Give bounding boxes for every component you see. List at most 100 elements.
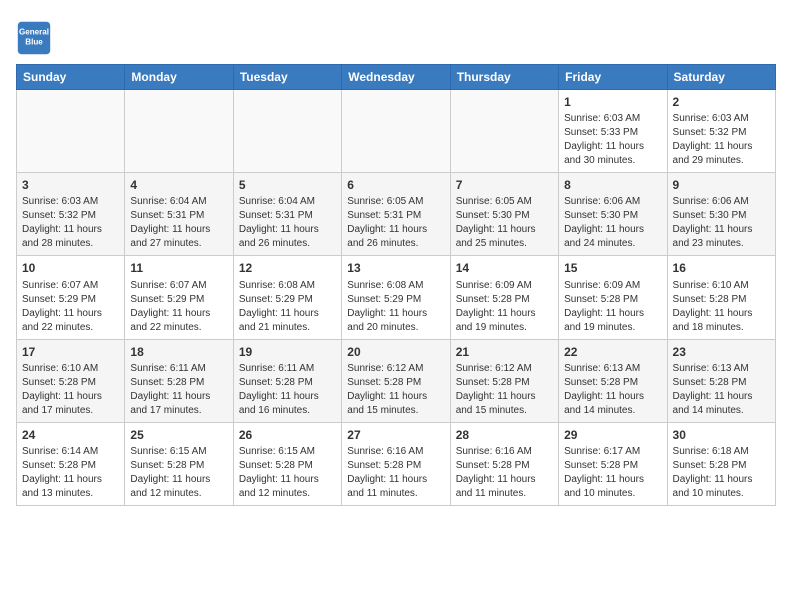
day-number: 26 xyxy=(239,427,336,443)
day-detail: Sunrise: 6:14 AM Sunset: 5:28 PM Dayligh… xyxy=(22,445,119,501)
calendar-cell: 13 Sunrise: 6:08 AM Sunset: 5:29 PM Dayli… xyxy=(342,256,450,339)
day-detail: Sunrise: 6:16 AM Sunset: 5:28 PM Dayligh… xyxy=(347,445,444,501)
day-detail: Sunrise: 6:04 AM Sunset: 5:31 PM Dayligh… xyxy=(239,195,336,251)
day-detail: Sunrise: 6:10 AM Sunset: 5:28 PM Dayligh… xyxy=(22,362,119,418)
day-detail: Sunrise: 6:09 AM Sunset: 5:28 PM Dayligh… xyxy=(564,279,661,335)
day-number: 13 xyxy=(347,260,444,276)
day-detail: Sunrise: 6:11 AM Sunset: 5:28 PM Dayligh… xyxy=(130,362,227,418)
calendar-cell: 7 Sunrise: 6:05 AM Sunset: 5:30 PM Daylig… xyxy=(450,173,558,256)
day-number: 29 xyxy=(564,427,661,443)
weekday-header-monday: Monday xyxy=(125,65,233,90)
svg-text:Blue: Blue xyxy=(25,37,43,46)
calendar-cell: 24 Sunrise: 6:14 AM Sunset: 5:28 PM Dayli… xyxy=(17,422,125,505)
day-detail: Sunrise: 6:13 AM Sunset: 5:28 PM Dayligh… xyxy=(673,362,770,418)
day-number: 25 xyxy=(130,427,227,443)
day-detail: Sunrise: 6:03 AM Sunset: 5:32 PM Dayligh… xyxy=(673,112,770,168)
day-detail: Sunrise: 6:04 AM Sunset: 5:31 PM Dayligh… xyxy=(130,195,227,251)
day-number: 4 xyxy=(130,177,227,193)
svg-text:General: General xyxy=(19,27,49,36)
calendar-cell: 16Sunrise: 6:10 AM Sunset: 5:28 PM Dayli… xyxy=(667,256,775,339)
day-number: 5 xyxy=(239,177,336,193)
day-detail: Sunrise: 6:03 AM Sunset: 5:32 PM Dayligh… xyxy=(22,195,119,251)
calendar-week-row: 10 Sunrise: 6:07 AM Sunset: 5:29 PM Dayli… xyxy=(17,256,776,339)
day-number: 23 xyxy=(673,344,770,360)
calendar-cell: 8 Sunrise: 6:06 AM Sunset: 5:30 PM Daylig… xyxy=(559,173,667,256)
day-number: 12 xyxy=(239,260,336,276)
day-number: 9 xyxy=(673,177,770,193)
day-number: 2 xyxy=(673,94,770,110)
calendar-cell: 9Sunrise: 6:06 AM Sunset: 5:30 PM Daylig… xyxy=(667,173,775,256)
calendar-cell: 15 Sunrise: 6:09 AM Sunset: 5:28 PM Dayli… xyxy=(559,256,667,339)
day-detail: Sunrise: 6:05 AM Sunset: 5:30 PM Dayligh… xyxy=(456,195,553,251)
calendar-cell xyxy=(342,90,450,173)
day-detail: Sunrise: 6:08 AM Sunset: 5:29 PM Dayligh… xyxy=(347,279,444,335)
calendar-cell: 6 Sunrise: 6:05 AM Sunset: 5:31 PM Daylig… xyxy=(342,173,450,256)
calendar-cell: 2 Sunrise: 6:03 AM Sunset: 5:32 PM Daylig… xyxy=(667,90,775,173)
calendar-cell: 21 Sunrise: 6:12 AM Sunset: 5:28 PM Dayli… xyxy=(450,339,558,422)
calendar-cell: 25 Sunrise: 6:15 AM Sunset: 5:28 PM Dayli… xyxy=(125,422,233,505)
day-detail: Sunrise: 6:11 AM Sunset: 5:28 PM Dayligh… xyxy=(239,362,336,418)
day-number: 14 xyxy=(456,260,553,276)
day-number: 21 xyxy=(456,344,553,360)
calendar-cell: 3 Sunrise: 6:03 AM Sunset: 5:32 PM Daylig… xyxy=(17,173,125,256)
day-detail: Sunrise: 6:15 AM Sunset: 5:28 PM Dayligh… xyxy=(130,445,227,501)
calendar-cell xyxy=(450,90,558,173)
day-number: 8 xyxy=(564,177,661,193)
weekday-header-tuesday: Tuesday xyxy=(233,65,341,90)
day-detail: Sunrise: 6:07 AM Sunset: 5:29 PM Dayligh… xyxy=(130,279,227,335)
calendar-cell: 4 Sunrise: 6:04 AM Sunset: 5:31 PM Daylig… xyxy=(125,173,233,256)
day-detail: Sunrise: 6:18 AM Sunset: 5:28 PM Dayligh… xyxy=(673,445,770,501)
day-detail: Sunrise: 6:12 AM Sunset: 5:28 PM Dayligh… xyxy=(347,362,444,418)
day-number: 7 xyxy=(456,177,553,193)
day-detail: Sunrise: 6:05 AM Sunset: 5:31 PM Dayligh… xyxy=(347,195,444,251)
day-number: 27 xyxy=(347,427,444,443)
calendar-week-row: 3 Sunrise: 6:03 AM Sunset: 5:32 PM Daylig… xyxy=(17,173,776,256)
calendar-week-row: 24 Sunrise: 6:14 AM Sunset: 5:28 PM Dayli… xyxy=(17,422,776,505)
calendar-cell: 14 Sunrise: 6:09 AM Sunset: 5:28 PM Dayli… xyxy=(450,256,558,339)
calendar-cell: 27 Sunrise: 6:16 AM Sunset: 5:28 PM Dayli… xyxy=(342,422,450,505)
day-number: 20 xyxy=(347,344,444,360)
day-detail: Sunrise: 6:15 AM Sunset: 5:28 PM Dayligh… xyxy=(239,445,336,501)
header: General Blue xyxy=(16,16,776,56)
day-number: 30 xyxy=(673,427,770,443)
day-number: 28 xyxy=(456,427,553,443)
day-number: 19 xyxy=(239,344,336,360)
weekday-header-friday: Friday xyxy=(559,65,667,90)
logo-icon: General Blue xyxy=(16,20,52,56)
day-number: 18 xyxy=(130,344,227,360)
weekday-header-row: SundayMondayTuesdayWednesdayThursdayFrid… xyxy=(17,65,776,90)
calendar-cell: 30 Sunrise: 6:18 AM Sunset: 5:28 PM Dayli… xyxy=(667,422,775,505)
calendar-cell: 1Sunrise: 6:03 AM Sunset: 5:33 PM Daylig… xyxy=(559,90,667,173)
calendar-cell: 29 Sunrise: 6:17 AM Sunset: 5:28 PM Dayli… xyxy=(559,422,667,505)
weekday-header-saturday: Saturday xyxy=(667,65,775,90)
day-detail: Sunrise: 6:12 AM Sunset: 5:28 PM Dayligh… xyxy=(456,362,553,418)
day-detail: Sunrise: 6:13 AM Sunset: 5:28 PM Dayligh… xyxy=(564,362,661,418)
calendar-cell xyxy=(125,90,233,173)
day-number: 24 xyxy=(22,427,119,443)
calendar-cell: 12 Sunrise: 6:08 AM Sunset: 5:29 PM Dayli… xyxy=(233,256,341,339)
calendar-cell: 28Sunrise: 6:16 AM Sunset: 5:28 PM Dayli… xyxy=(450,422,558,505)
day-detail: Sunrise: 6:03 AM Sunset: 5:33 PM Dayligh… xyxy=(564,112,661,168)
day-detail: Sunrise: 6:17 AM Sunset: 5:28 PM Dayligh… xyxy=(564,445,661,501)
day-number: 16 xyxy=(673,260,770,276)
calendar-table: SundayMondayTuesdayWednesdayThursdayFrid… xyxy=(16,64,776,506)
day-number: 11 xyxy=(130,260,227,276)
day-number: 10 xyxy=(22,260,119,276)
logo: General Blue xyxy=(16,20,52,56)
day-number: 6 xyxy=(347,177,444,193)
day-detail: Sunrise: 6:06 AM Sunset: 5:30 PM Dayligh… xyxy=(564,195,661,251)
weekday-header-sunday: Sunday xyxy=(17,65,125,90)
day-number: 22 xyxy=(564,344,661,360)
day-number: 3 xyxy=(22,177,119,193)
calendar-cell xyxy=(17,90,125,173)
calendar-cell: 11 Sunrise: 6:07 AM Sunset: 5:29 PM Dayli… xyxy=(125,256,233,339)
calendar-week-row: 1Sunrise: 6:03 AM Sunset: 5:33 PM Daylig… xyxy=(17,90,776,173)
day-number: 17 xyxy=(22,344,119,360)
day-number: 15 xyxy=(564,260,661,276)
day-detail: Sunrise: 6:08 AM Sunset: 5:29 PM Dayligh… xyxy=(239,279,336,335)
calendar-cell: 23 Sunrise: 6:13 AM Sunset: 5:28 PM Dayli… xyxy=(667,339,775,422)
day-detail: Sunrise: 6:09 AM Sunset: 5:28 PM Dayligh… xyxy=(456,279,553,335)
weekday-header-thursday: Thursday xyxy=(450,65,558,90)
calendar-cell: 19 Sunrise: 6:11 AM Sunset: 5:28 PM Dayli… xyxy=(233,339,341,422)
calendar-cell: 5 Sunrise: 6:04 AM Sunset: 5:31 PM Daylig… xyxy=(233,173,341,256)
